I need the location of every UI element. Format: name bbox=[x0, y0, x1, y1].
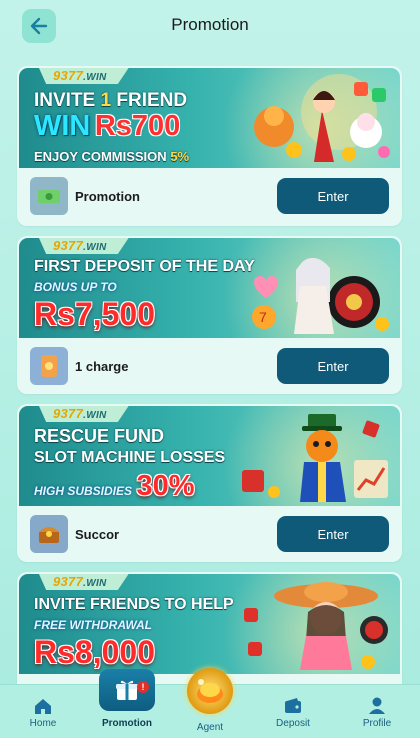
banner-line: ENJOY COMMISSION 5% bbox=[34, 149, 190, 164]
app-screen: Promotion 9377.WIN INVITE 1 FRIEND WIN R… bbox=[0, 0, 420, 738]
arrow-left-icon bbox=[30, 17, 48, 35]
banner-amount: Rs8,000 bbox=[34, 634, 155, 670]
promo-banner-first-deposit[interactable]: 9377.WIN FIRST DEPOSIT OF THE DAY BONUS … bbox=[19, 238, 400, 338]
tiger-illustration bbox=[242, 414, 388, 502]
banner-line: RESCUE FUND bbox=[34, 426, 165, 446]
promo-label: 1 charge bbox=[75, 358, 129, 374]
banner-line: INVITE 1 FRIEND bbox=[34, 90, 188, 111]
roulette-illustration: 7 bbox=[252, 257, 389, 334]
home-icon bbox=[35, 699, 51, 714]
promo-banner-rescue-fund[interactable]: 9377.WIN RESCUE FUND SLOT MACHINE LOSSES… bbox=[19, 406, 400, 506]
nav-home[interactable]: Home bbox=[8, 685, 78, 738]
enter-button[interactable]: Enter bbox=[277, 348, 389, 384]
promo-card-rescue-fund: 9377.WIN RESCUE FUND SLOT MACHINE LOSSES… bbox=[17, 404, 402, 562]
brand-tag: 9377.WIN bbox=[39, 68, 129, 84]
agent-gold-icon[interactable] bbox=[187, 668, 233, 714]
banner-line: FREE WITHDRAWAL bbox=[34, 618, 152, 632]
nav-promotion-bubble[interactable]: ! bbox=[99, 669, 155, 711]
brand-tag: 9377.WIN bbox=[39, 406, 129, 422]
banner-line: FIRST DEPOSIT OF THE DAY bbox=[34, 258, 255, 275]
promo-row: Promotion Enter bbox=[17, 174, 402, 218]
nav-promotion-label: Promotion bbox=[102, 718, 152, 729]
nav-agent-label: Agent bbox=[196, 722, 224, 733]
promotion-badge: ! bbox=[137, 681, 149, 693]
brand-tag: 9377.WIN bbox=[39, 238, 129, 254]
nav-deposit-label: Deposit bbox=[276, 718, 310, 729]
nav-home-label: Home bbox=[29, 718, 57, 729]
casino-lady-illustration bbox=[244, 582, 388, 670]
enter-button[interactable]: Enter bbox=[277, 516, 389, 552]
wallet-icon bbox=[285, 698, 301, 713]
nav-profile-label: Profile bbox=[362, 718, 392, 729]
gift-icon bbox=[116, 680, 138, 700]
agent-emblem bbox=[197, 679, 223, 703]
banner-win-line: WIN Rs700 bbox=[34, 110, 181, 142]
nav-deposit[interactable]: Deposit bbox=[258, 685, 328, 738]
header: Promotion bbox=[0, 0, 420, 50]
promo-label: Promotion bbox=[75, 188, 140, 204]
banner-subsidy-line: HIGH SUBSIDIES 30% bbox=[34, 470, 195, 502]
nav-profile[interactable]: Profile bbox=[342, 685, 412, 738]
banner-amount: Rs7,500 bbox=[34, 296, 155, 332]
promo-banner-invite-help[interactable]: 9377.WIN INVITE FRIENDS TO HELP FREE WIT… bbox=[19, 574, 400, 674]
charge-icon bbox=[30, 347, 68, 385]
banner-line: BONUS UP TO bbox=[34, 280, 117, 294]
user-icon bbox=[369, 697, 385, 714]
svg-text:7: 7 bbox=[259, 309, 267, 325]
invite-illustration bbox=[254, 74, 390, 162]
promo-banner-invite[interactable]: 9377.WIN INVITE 1 FRIEND WIN Rs700 ENJOY… bbox=[19, 68, 400, 168]
enter-button[interactable]: Enter bbox=[277, 178, 389, 214]
promo-row: 1 charge Enter bbox=[17, 344, 402, 388]
page-title: Promotion bbox=[171, 15, 249, 34]
promo-card-first-deposit: 9377.WIN FIRST DEPOSIT OF THE DAY BONUS … bbox=[17, 236, 402, 394]
promo-label: Succor bbox=[75, 526, 120, 542]
back-button[interactable] bbox=[22, 9, 56, 43]
money-icon bbox=[30, 177, 68, 215]
promo-row: Succor Enter bbox=[17, 512, 402, 556]
banner-line: INVITE FRIENDS TO HELP bbox=[34, 596, 234, 613]
brand-tag: 9377.WIN bbox=[39, 574, 129, 590]
banner-line: SLOT MACHINE LOSSES bbox=[34, 449, 226, 466]
promo-card-invite: 9377.WIN INVITE 1 FRIEND WIN Rs700 ENJOY… bbox=[17, 66, 402, 226]
treasure-icon bbox=[30, 515, 68, 553]
